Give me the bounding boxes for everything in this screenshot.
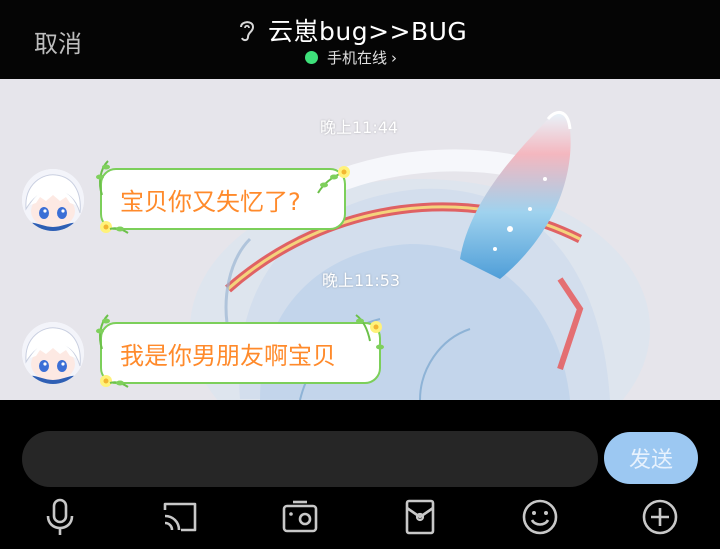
photo-icon[interactable] bbox=[279, 496, 321, 538]
status-text: 手机在线 bbox=[327, 49, 388, 67]
chat-title: 云崽bug>>BUG bbox=[268, 17, 468, 46]
send-button[interactable]: 发送 bbox=[604, 432, 698, 484]
message-list[interactable]: 晚上11:44 宝贝你又失忆了? 晚上11:53 我是你男朋友啊宝贝 bbox=[0, 79, 720, 400]
avatar-character-icon bbox=[22, 169, 84, 231]
message-bubble[interactable]: 我是你男朋友啊宝贝 bbox=[100, 322, 381, 384]
chevron-right-icon: › bbox=[391, 48, 398, 67]
avatar[interactable] bbox=[22, 322, 84, 384]
microphone-icon[interactable] bbox=[39, 496, 81, 538]
online-status[interactable]: 手机在线 › bbox=[305, 47, 397, 68]
online-dot-icon bbox=[305, 51, 318, 64]
chat-header: 取消 云崽bug>>BUG 手机在线 › bbox=[0, 0, 720, 79]
plus-icon[interactable] bbox=[639, 496, 681, 538]
screen-cast-icon[interactable] bbox=[159, 496, 201, 538]
avatar-character-icon bbox=[22, 322, 84, 384]
message-text: 我是你男朋友啊宝贝 bbox=[120, 341, 336, 370]
title-area[interactable]: 云崽bug>>BUG bbox=[236, 12, 467, 48]
red-packet-icon[interactable] bbox=[399, 496, 441, 538]
cancel-button[interactable]: 取消 bbox=[34, 24, 82, 59]
message-text: 宝贝你又失忆了? bbox=[120, 187, 301, 216]
message-timestamp: 晚上11:53 bbox=[322, 271, 401, 290]
message-input[interactable] bbox=[22, 431, 598, 487]
message-timestamp: 晚上11:44 bbox=[320, 118, 399, 137]
avatar[interactable] bbox=[22, 169, 84, 231]
earpiece-mode-icon bbox=[240, 21, 255, 42]
message-bubble[interactable]: 宝贝你又失忆了? bbox=[100, 168, 346, 230]
emoji-icon[interactable] bbox=[519, 496, 561, 538]
